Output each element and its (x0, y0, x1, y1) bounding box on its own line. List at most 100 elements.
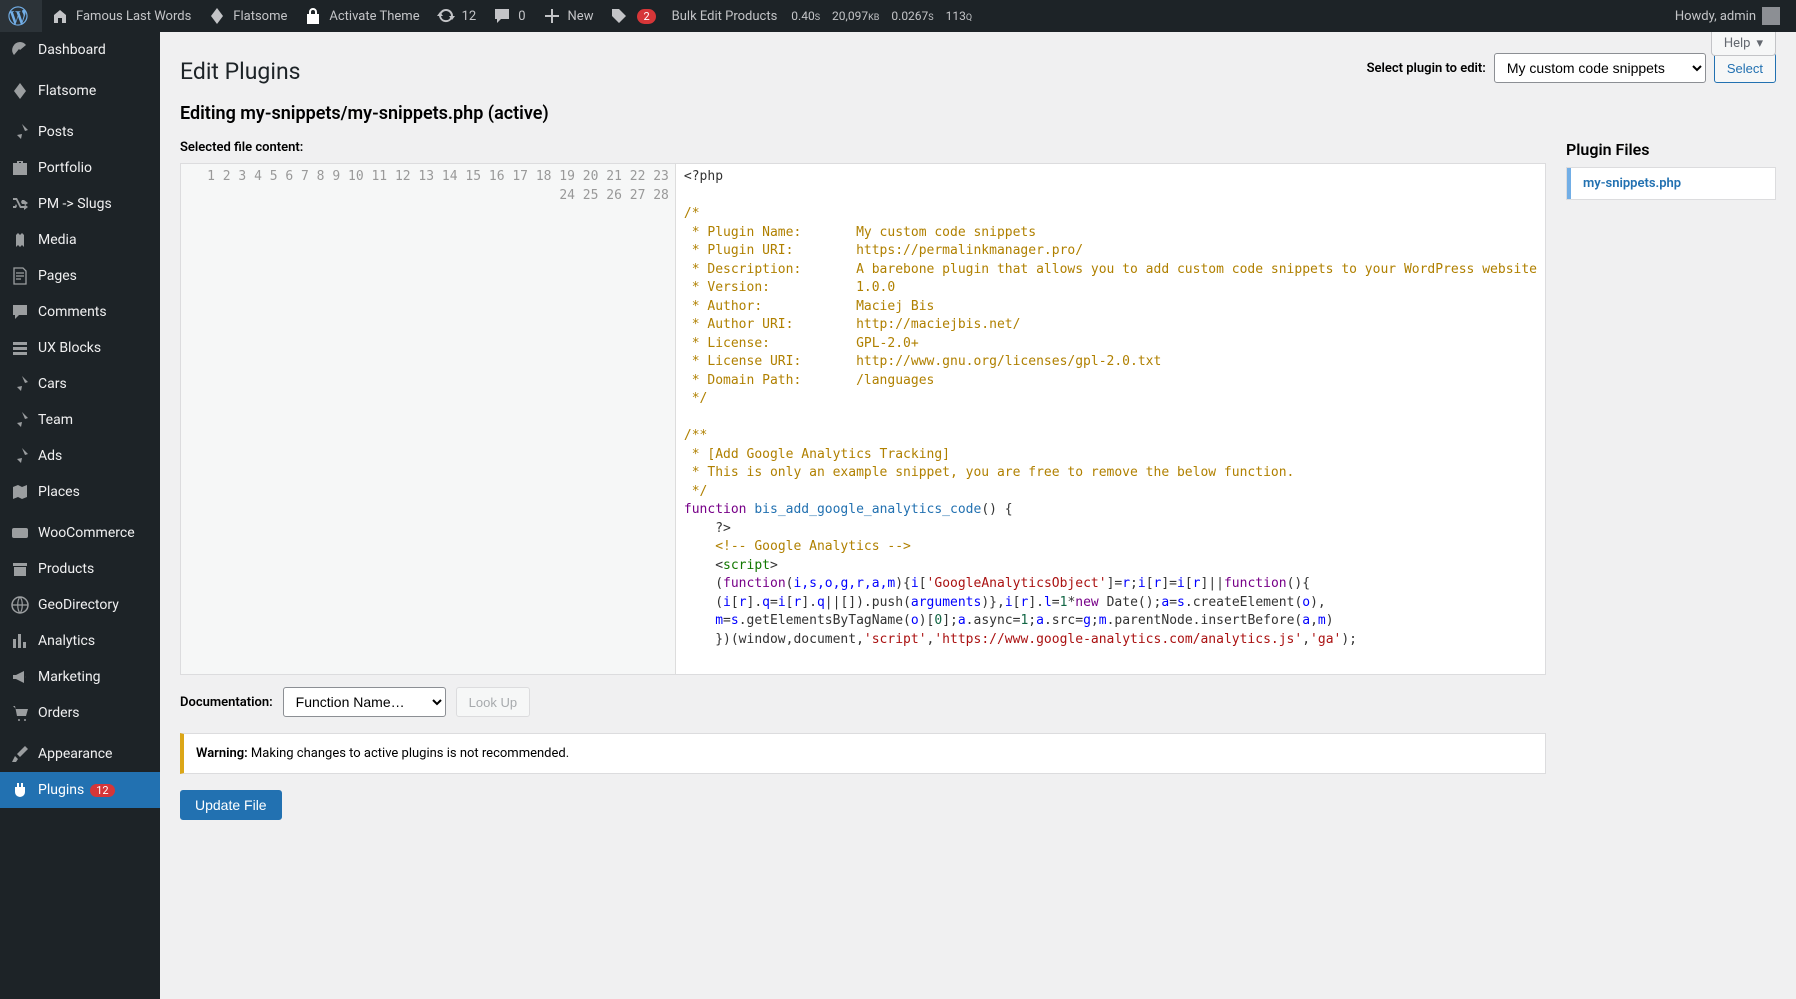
howdy-text: Howdy, admin (1675, 9, 1756, 24)
debug-mem: 20,097KB (826, 9, 885, 23)
sidebar-item-label: WooCommerce (38, 525, 135, 541)
site-title-link[interactable]: Famous Last Words (42, 0, 199, 32)
warning-notice: Warning: Making changes to active plugin… (180, 733, 1546, 774)
sidebar-item-appearance[interactable]: Appearance (0, 736, 160, 772)
sidebar-item-label: Pages (38, 268, 77, 284)
blocks-icon (10, 338, 30, 358)
site-title-text: Famous Last Words (76, 9, 191, 24)
plus-icon (542, 6, 562, 26)
sidebar-item-orders[interactable]: Orders (0, 695, 160, 731)
code-editor[interactable]: 1 2 3 4 5 6 7 8 9 10 11 12 13 14 15 16 1… (180, 163, 1546, 675)
sidebar-item-portfolio[interactable]: Portfolio (0, 150, 160, 186)
account-link[interactable]: Howdy, admin (1667, 0, 1788, 32)
sidebar-item-products[interactable]: Products (0, 551, 160, 587)
flatsome-text: Flatsome (233, 9, 287, 24)
sidebar-item-media[interactable]: Media (0, 222, 160, 258)
dashboard-icon (10, 40, 30, 60)
activate-theme-text: Activate Theme (329, 9, 419, 24)
plug-icon (10, 780, 30, 800)
flatsome-icon (10, 81, 30, 101)
sidebar-item-label: Ads (38, 448, 62, 464)
sidebar-item-label: Marketing (38, 669, 101, 685)
plugin-files-heading: Plugin Files (1566, 140, 1776, 159)
main-content: Help▾ Edit Plugins Select plugin to edit… (160, 32, 1796, 999)
cart-icon (10, 703, 30, 723)
plugin-file-list: my-snippets.php (1566, 167, 1776, 200)
wp-logo[interactable] (0, 0, 42, 32)
bulk-edit-link[interactable]: Bulk Edit Products (664, 0, 786, 32)
brush-icon (10, 744, 30, 764)
bulk-edit-text: Bulk Edit Products (672, 9, 778, 24)
comments-link[interactable]: 0 (484, 0, 533, 32)
sidebar-item-posts[interactable]: Posts (0, 114, 160, 150)
chart-icon (10, 631, 30, 651)
editing-subtitle: Editing my-snippets/my-snippets.php (act… (180, 103, 1776, 124)
sidebar-item-pm-slugs[interactable]: PM -> Slugs (0, 186, 160, 222)
select-button[interactable]: Select (1714, 53, 1776, 83)
warning-strong: Warning: (196, 746, 248, 761)
sidebar-item-label: Orders (38, 705, 80, 721)
update-icon (436, 6, 456, 26)
sidebar-item-label: PM -> Slugs (38, 196, 112, 212)
sidebar-item-label: UX Blocks (38, 340, 101, 356)
plugins-badge: 12 (90, 784, 114, 797)
plugin-file-item[interactable]: my-snippets.php (1567, 168, 1775, 199)
doc-select[interactable]: Function Name… (283, 687, 446, 717)
sidebar-item-ads[interactable]: Ads (0, 438, 160, 474)
comment-icon (10, 302, 30, 322)
help-label: Help (1724, 36, 1751, 51)
selected-file-label: Selected file content: (180, 140, 1546, 155)
megaphone-icon (10, 667, 30, 687)
sidebar-item-label: Products (38, 561, 94, 577)
updates-link[interactable]: 12 (428, 0, 485, 32)
doc-label: Documentation: (180, 695, 273, 710)
pin-icon (10, 374, 30, 394)
comment-icon (492, 6, 512, 26)
activate-theme-link[interactable]: Activate Theme (295, 0, 427, 32)
sidebar-item-woocommerce[interactable]: WooCommerce (0, 515, 160, 551)
code-content[interactable]: <?php /* * Plugin Name: My custom code s… (676, 164, 1545, 674)
flatsome-link[interactable]: Flatsome (199, 0, 295, 32)
sidebar-item-label: Analytics (38, 633, 95, 649)
admin-toolbar: Famous Last Words Flatsome Activate Them… (0, 0, 1796, 32)
pin-icon (10, 122, 30, 142)
admin-sidebar: Dashboard Flatsome Posts Portfolio PM ->… (0, 32, 160, 999)
home-icon (50, 6, 70, 26)
sidebar-item-marketing[interactable]: Marketing (0, 659, 160, 695)
sidebar-item-plugins[interactable]: Plugins 12 (0, 772, 160, 808)
sidebar-item-label: Appearance (38, 746, 112, 762)
sidebar-item-comments[interactable]: Comments (0, 294, 160, 330)
woo-icon (10, 523, 30, 543)
map-icon (10, 482, 30, 502)
sidebar-item-flatsome[interactable]: Flatsome (0, 73, 160, 109)
flatsome-icon (207, 6, 227, 26)
warning-text: Making changes to active plugins is not … (248, 746, 569, 761)
new-link[interactable]: New (534, 0, 602, 32)
media-icon (10, 230, 30, 250)
sidebar-item-pages[interactable]: Pages (0, 258, 160, 294)
notif-link[interactable]: 2 (601, 0, 663, 32)
update-file-button[interactable]: Update File (180, 790, 282, 820)
new-text: New (568, 9, 594, 24)
sidebar-item-team[interactable]: Team (0, 402, 160, 438)
archive-icon (10, 559, 30, 579)
sidebar-item-analytics[interactable]: Analytics (0, 623, 160, 659)
plugin-select[interactable]: My custom code snippets (1494, 53, 1706, 83)
sidebar-item-label: Media (38, 232, 77, 248)
sidebar-item-label: Cars (38, 376, 67, 392)
sidebar-item-label: Plugins (38, 782, 84, 798)
sidebar-item-geodirectory[interactable]: GeoDirectory (0, 587, 160, 623)
sidebar-item-label: Comments (38, 304, 107, 320)
sidebar-item-label: GeoDirectory (38, 597, 119, 613)
avatar (1762, 7, 1780, 25)
help-tab[interactable]: Help▾ (1711, 32, 1776, 56)
sidebar-item-places[interactable]: Places (0, 474, 160, 510)
sidebar-item-dashboard[interactable]: Dashboard (0, 32, 160, 68)
sidebar-item-label: Dashboard (38, 42, 106, 58)
sidebar-item-label: Flatsome (38, 83, 96, 99)
updates-count: 12 (462, 9, 477, 24)
sidebar-item-cars[interactable]: Cars (0, 366, 160, 402)
debug-time: 0.40S (785, 9, 826, 23)
lookup-button[interactable]: Look Up (456, 687, 530, 717)
sidebar-item-uxblocks[interactable]: UX Blocks (0, 330, 160, 366)
